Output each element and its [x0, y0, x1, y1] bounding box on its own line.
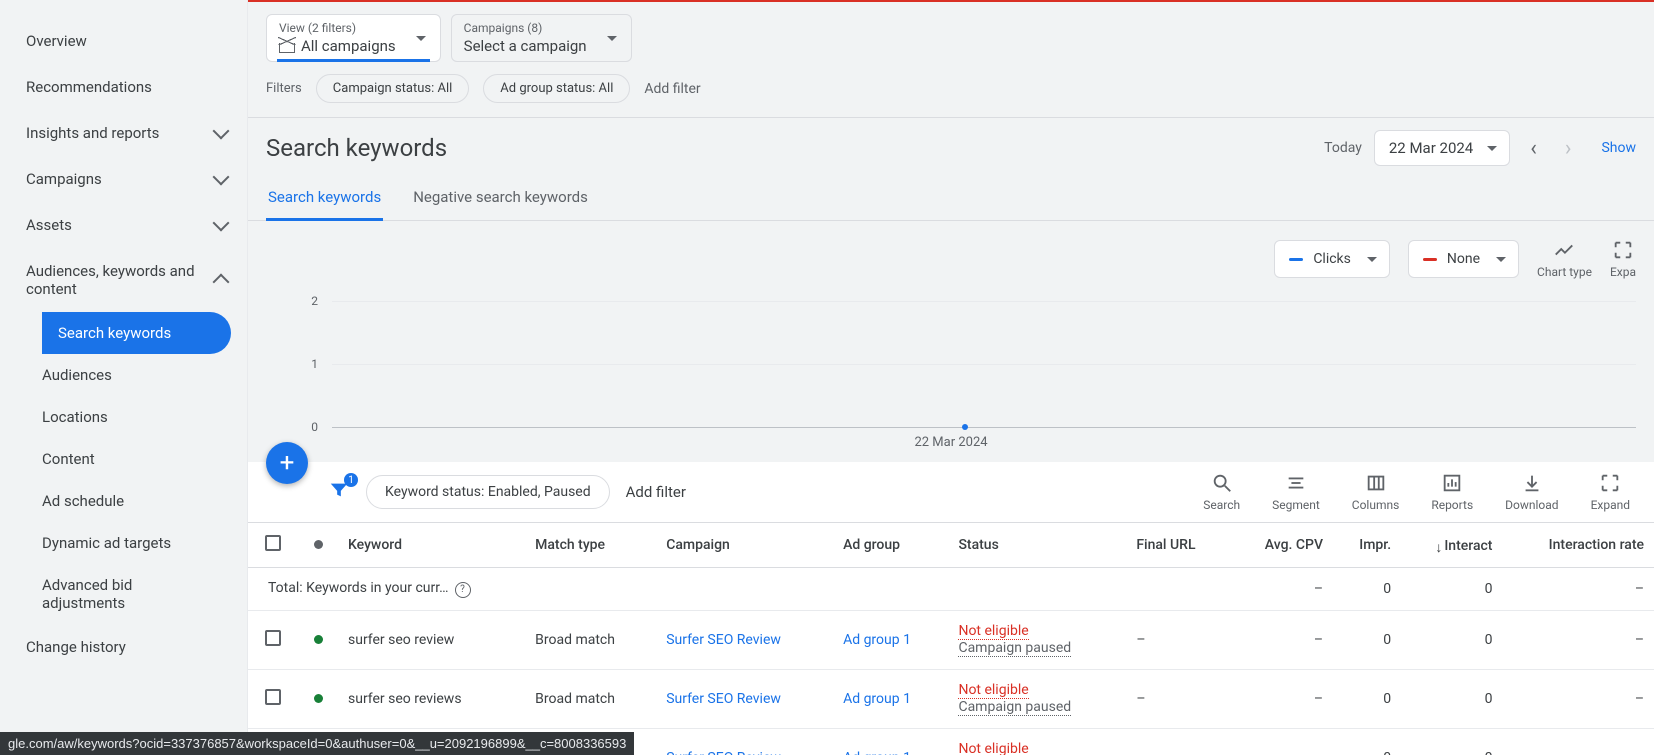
keyword-status-chip[interactable]: Keyword status: Enabled, Paused: [366, 475, 610, 509]
y-tick: 2: [311, 294, 318, 308]
sidebar-item-content[interactable]: Content: [42, 438, 247, 480]
filter-chip-adgroup-status[interactable]: Ad group status: All: [483, 74, 630, 103]
sidebar-item-recommendations[interactable]: Recommendations: [0, 64, 247, 110]
campaign-link[interactable]: Surfer SEO Review: [666, 691, 781, 707]
table-row[interactable]: surfer seo reviews Broad match Surfer SE…: [248, 669, 1654, 728]
row-checkbox[interactable]: [265, 630, 281, 646]
view-selector[interactable]: View (2 filters) All campaigns: [266, 14, 441, 62]
expand-chart-button[interactable]: Expa: [1610, 239, 1636, 279]
col-avgcpv[interactable]: Avg. CPV: [1230, 523, 1333, 568]
chevron-down-icon: [213, 169, 230, 186]
funnel-badge: 1: [344, 473, 358, 487]
col-status[interactable]: Status: [948, 523, 1126, 568]
col-impr[interactable]: Impr.: [1333, 523, 1401, 568]
tab-negative-keywords[interactable]: Negative search keywords: [411, 174, 590, 220]
filter-funnel-button[interactable]: 1: [328, 479, 350, 505]
adgroup-link[interactable]: Ad group 1: [843, 632, 911, 648]
y-tick: 0: [311, 420, 318, 434]
date-prev-button[interactable]: ‹: [1522, 132, 1545, 165]
main-content: View (2 filters) All campaigns Campaigns…: [248, 0, 1654, 755]
status-url-bar: gle.com/aw/keywords?ocid=337376857&works…: [0, 732, 634, 755]
download-button[interactable]: Download: [1505, 472, 1558, 512]
chevron-up-icon: [213, 274, 230, 291]
chart-type-icon: [1553, 239, 1575, 261]
sidebar-item-advanced-bid-adjustments[interactable]: Advanced bid adjustments: [42, 564, 247, 624]
col-finalurl[interactable]: Final URL: [1126, 523, 1230, 568]
search-button[interactable]: Search: [1203, 472, 1240, 512]
metric-selector-b[interactable]: None: [1408, 240, 1519, 278]
status-dot-icon: [314, 694, 323, 703]
tab-search-keywords[interactable]: Search keywords: [266, 174, 383, 220]
metric-selector-a[interactable]: Clicks: [1274, 240, 1390, 278]
expand-icon: [1599, 472, 1621, 494]
columns-button[interactable]: Columns: [1352, 472, 1400, 512]
expand-button[interactable]: Expand: [1591, 472, 1630, 512]
segment-button[interactable]: Segment: [1272, 472, 1320, 512]
campaign-link[interactable]: Surfer SEO Review: [666, 632, 781, 648]
today-label: Today: [1324, 140, 1362, 156]
data-point: [962, 424, 968, 430]
caret-down-icon: [1487, 146, 1497, 151]
col-interact[interactable]: ↓Interact: [1401, 523, 1502, 568]
y-tick: 1: [311, 357, 318, 371]
sidebar-item-locations[interactable]: Locations: [42, 396, 247, 438]
row-checkbox[interactable]: [265, 689, 281, 705]
house-icon: [279, 39, 295, 53]
status-dot-icon: [314, 635, 323, 644]
sidebar-item-change-history[interactable]: Change history: [0, 624, 247, 670]
caret-down-icon: [1496, 257, 1506, 262]
sidebar-item-ad-schedule[interactable]: Ad schedule: [42, 480, 247, 522]
campaign-link[interactable]: Surfer SEO Review: [666, 750, 781, 755]
caret-down-icon: [607, 36, 617, 41]
search-icon: [1211, 472, 1233, 494]
metric-swatch: [1289, 258, 1303, 261]
add-keyword-fab[interactable]: +: [266, 442, 308, 484]
download-icon: [1521, 472, 1543, 494]
segment-icon: [1285, 472, 1307, 494]
sidebar-item-dynamic-ad-targets[interactable]: Dynamic ad targets: [42, 522, 247, 564]
expand-icon: [1612, 239, 1634, 261]
status-dot-icon: [314, 540, 323, 549]
total-row: Total: Keywords in your curr…? – 0 0 –: [248, 568, 1654, 611]
sort-down-icon: ↓: [1435, 539, 1442, 556]
col-campaign[interactable]: Campaign: [656, 523, 833, 568]
caret-down-icon: [416, 36, 426, 41]
date-picker[interactable]: 22 Mar 2024: [1374, 130, 1510, 166]
page-title: Search keywords: [266, 134, 447, 162]
show-link[interactable]: Show: [1601, 140, 1636, 156]
sidebar: Overview Recommendations Insights and re…: [0, 0, 248, 755]
reports-icon: [1441, 472, 1463, 494]
add-filter-button[interactable]: Add filter: [626, 483, 686, 501]
add-filter-link[interactable]: Add filter: [644, 81, 700, 97]
campaign-selector[interactable]: Campaigns (8) Select a campaign: [451, 14, 632, 62]
help-icon[interactable]: ?: [455, 582, 471, 598]
chart: 2 1 0: [288, 289, 1636, 439]
columns-icon: [1365, 472, 1387, 494]
metric-swatch: [1423, 258, 1437, 261]
reports-button[interactable]: Reports: [1431, 472, 1473, 512]
table-row[interactable]: surfer seo review Broad match Surfer SEO…: [248, 610, 1654, 669]
col-intrate[interactable]: Interaction rate: [1502, 523, 1654, 568]
keywords-table: Keyword Match type Campaign Ad group Sta…: [248, 522, 1654, 755]
sidebar-item-insights[interactable]: Insights and reports: [0, 110, 247, 156]
date-next-button[interactable]: ›: [1557, 132, 1580, 165]
sidebar-item-audiences[interactable]: Audiences: [42, 354, 247, 396]
sidebar-item-overview[interactable]: Overview: [0, 18, 247, 64]
chart-type-button[interactable]: Chart type: [1537, 239, 1592, 279]
col-keyword[interactable]: Keyword: [338, 523, 525, 568]
chevron-down-icon: [213, 215, 230, 232]
filters-label: Filters: [266, 81, 302, 96]
col-adgroup[interactable]: Ad group: [833, 523, 948, 568]
select-all-checkbox[interactable]: [265, 535, 281, 551]
sidebar-item-search-keywords[interactable]: Search keywords: [42, 312, 231, 354]
caret-down-icon: [1367, 257, 1377, 262]
chevron-down-icon: [213, 123, 230, 140]
sidebar-item-campaigns[interactable]: Campaigns: [0, 156, 247, 202]
filter-chip-campaign-status[interactable]: Campaign status: All: [316, 74, 470, 103]
sidebar-item-audiences-keywords[interactable]: Audiences, keywords and content: [0, 248, 247, 312]
col-match[interactable]: Match type: [525, 523, 656, 568]
adgroup-link[interactable]: Ad group 1: [843, 691, 911, 707]
adgroup-link[interactable]: Ad group 1: [843, 750, 911, 755]
sidebar-item-assets[interactable]: Assets: [0, 202, 247, 248]
